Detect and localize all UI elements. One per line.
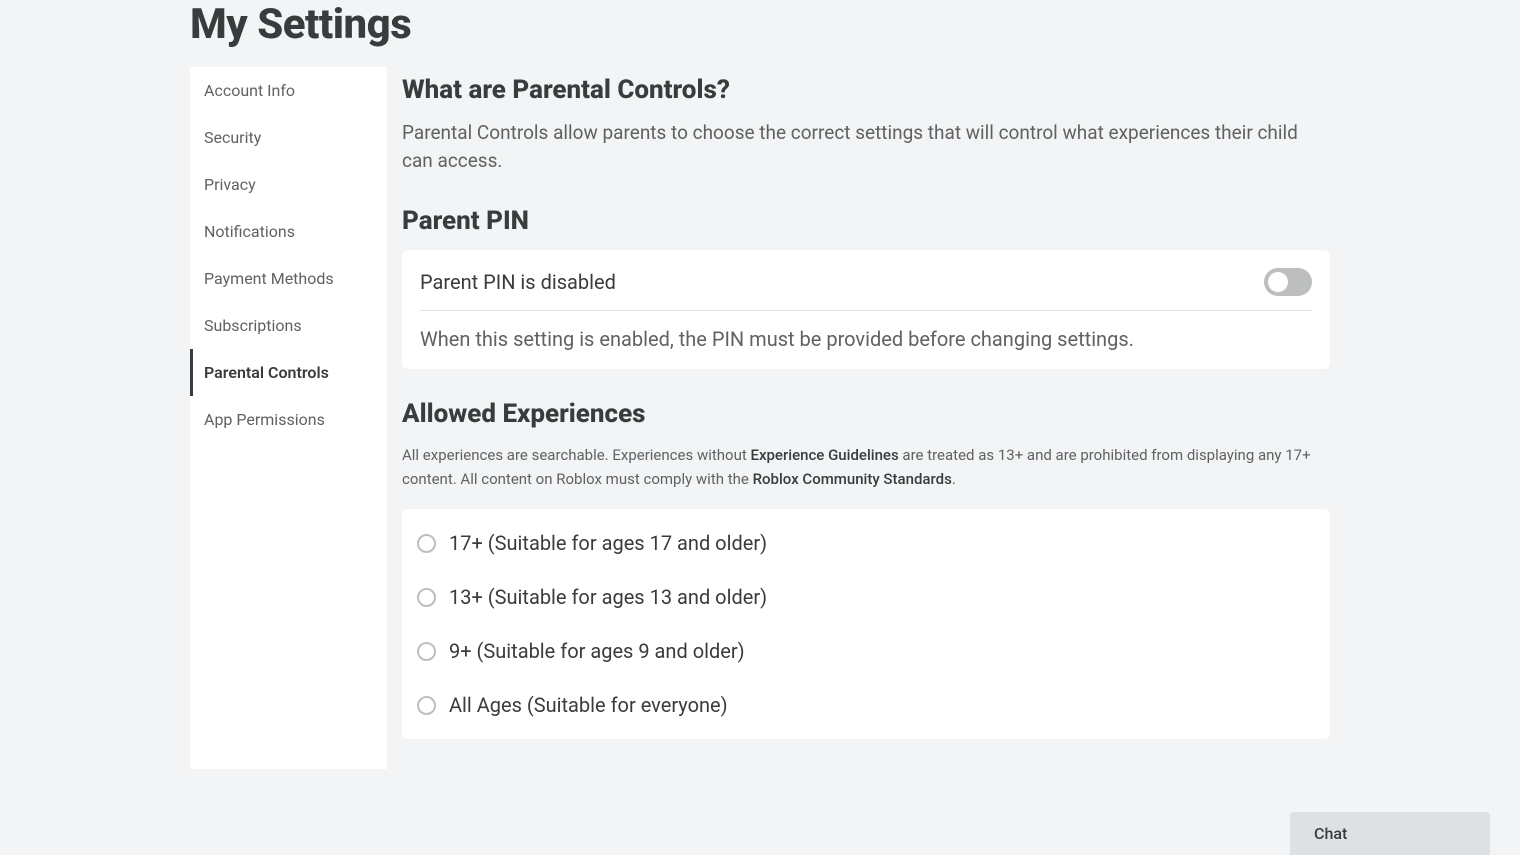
allowed-info-text: All experiences are searchable. Experien… xyxy=(402,443,1330,491)
allowed-experiences-card: 17+ (Suitable for ages 17 and older) 13+… xyxy=(402,509,1330,739)
community-standards-link[interactable]: Roblox Community Standards xyxy=(753,470,952,488)
chat-bar[interactable]: Chat xyxy=(1290,812,1490,855)
radio-icon xyxy=(417,642,436,661)
radio-option-17plus[interactable]: 17+ (Suitable for ages 17 and older) xyxy=(410,516,1322,570)
experience-guidelines-link[interactable]: Experience Guidelines xyxy=(750,446,898,464)
allowed-info-suffix: . xyxy=(952,470,956,488)
radio-label: 9+ (Suitable for ages 9 and older) xyxy=(449,639,745,663)
sidebar-item-payment-methods[interactable]: Payment Methods xyxy=(190,255,387,302)
pin-toggle[interactable] xyxy=(1264,268,1312,296)
radio-icon xyxy=(417,588,436,607)
sidebar-item-subscriptions[interactable]: Subscriptions xyxy=(190,302,387,349)
radio-label: 13+ (Suitable for ages 13 and older) xyxy=(449,585,767,609)
sidebar-item-account-info[interactable]: Account Info xyxy=(190,67,387,114)
allowed-info-prefix: All experiences are searchable. Experien… xyxy=(402,446,750,464)
radio-label: 17+ (Suitable for ages 17 and older) xyxy=(449,531,767,555)
pin-card: Parent PIN is disabled When this setting… xyxy=(402,250,1330,369)
sidebar-item-parental-controls[interactable]: Parental Controls xyxy=(190,349,387,396)
pin-status-label: Parent PIN is disabled xyxy=(420,270,616,294)
radio-option-9plus[interactable]: 9+ (Suitable for ages 9 and older) xyxy=(410,624,1322,678)
radio-option-13plus[interactable]: 13+ (Suitable for ages 13 and older) xyxy=(410,570,1322,624)
what-body-text: Parental Controls allow parents to choos… xyxy=(402,119,1330,174)
radio-option-allages[interactable]: All Ages (Suitable for everyone) xyxy=(410,678,1322,732)
section-title-allowed: Allowed Experiences xyxy=(402,399,1330,429)
radio-icon xyxy=(417,534,436,553)
sidebar-item-app-permissions[interactable]: App Permissions xyxy=(190,396,387,443)
radio-icon xyxy=(417,696,436,715)
radio-label: All Ages (Suitable for everyone) xyxy=(449,693,728,717)
settings-sidebar: Account Info Security Privacy Notificati… xyxy=(190,67,387,769)
main-content: What are Parental Controls? Parental Con… xyxy=(402,67,1330,769)
pin-description: When this setting is enabled, the PIN mu… xyxy=(420,327,1312,351)
section-title-pin: Parent PIN xyxy=(402,206,1330,236)
sidebar-item-security[interactable]: Security xyxy=(190,114,387,161)
sidebar-item-notifications[interactable]: Notifications xyxy=(190,208,387,255)
section-title-what: What are Parental Controls? xyxy=(402,75,1330,105)
pin-toggle-knob xyxy=(1268,272,1288,292)
page-title: My Settings xyxy=(190,0,1330,67)
sidebar-item-privacy[interactable]: Privacy xyxy=(190,161,387,208)
